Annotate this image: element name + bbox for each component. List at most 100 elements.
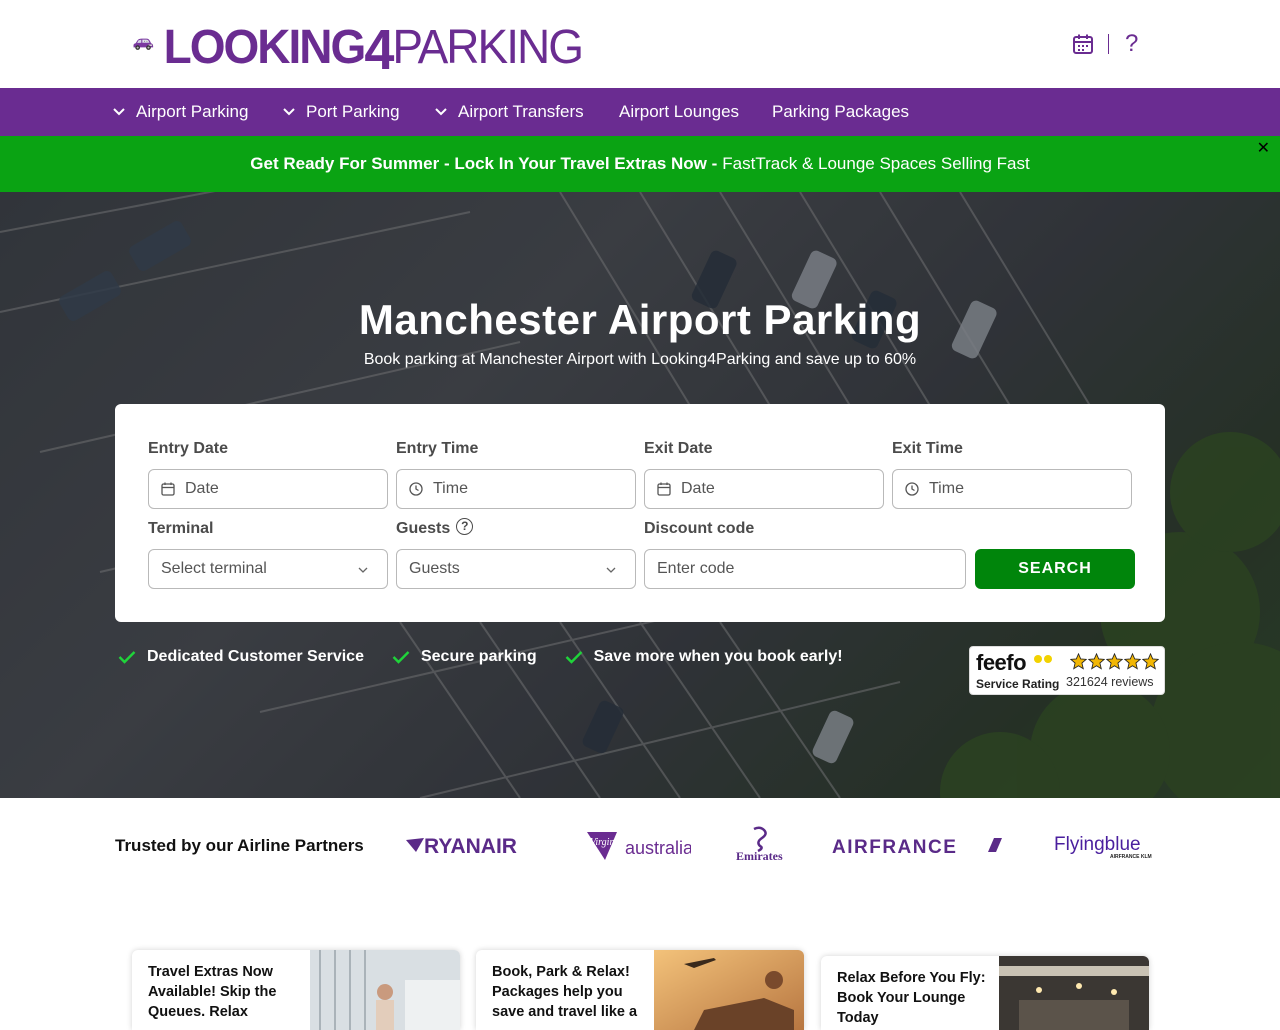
flying-blue-logo: Flyingblue AIRFRANCE KLM [1054, 830, 1166, 860]
nav-item-airport-lounges[interactable]: Airport Lounges [619, 88, 739, 136]
promo-headline: Get Ready For Summer - Lock In Your Trav… [250, 154, 718, 173]
star-icon [1124, 653, 1141, 670]
clock-icon [409, 482, 423, 496]
feefo-rating-badge[interactable]: feefo Service Rating 321624 reviews [969, 646, 1165, 695]
entry-date-placeholder: Date [185, 480, 219, 497]
promo-card-packages[interactable]: Book, Park & Relax! Packages help you sa… [476, 950, 804, 1030]
feefo-logo: feefo [976, 650, 1027, 675]
promo-card-lounge[interactable]: Relax Before You Fly: Book Your Lounge T… [821, 956, 1149, 1030]
main-navigation: Airport Parking Port Parking Airport Tra… [0, 88, 1280, 136]
logo-text-looking: LOOKING [163, 18, 367, 74]
logo-text-parking: PARKING [392, 18, 584, 74]
air-france-logo: AIRFRANCE [832, 834, 1008, 858]
feefo-service-rating-label: Service Rating [976, 677, 1060, 691]
promo-message: FastTrack & Lounge Spaces Selling Fast [722, 154, 1030, 173]
site-header: LOOKING4PARKING ? [0, 0, 1280, 88]
card-image [654, 950, 804, 1030]
logo-text-4: 4 [364, 18, 394, 82]
emirates-mark: Emirates [736, 826, 783, 863]
card-image [310, 950, 460, 1030]
booking-form: Entry Date Date Entry Time Time Exit Dat… [115, 404, 1165, 622]
nav-item-parking-packages[interactable]: Parking Packages [772, 88, 909, 136]
guests-select[interactable]: Guests [396, 549, 636, 589]
virgin-wordmark: Virgin [590, 837, 614, 848]
header-divider [1108, 34, 1109, 54]
usp-list: Dedicated Customer Service Secure parkin… [118, 648, 871, 666]
star-icon [1088, 653, 1105, 670]
virgin-australia-logo: Virgin australia [587, 828, 694, 862]
checkmark-icon [392, 651, 410, 664]
guests-selected-value: Guests [409, 560, 460, 577]
site-logo[interactable]: LOOKING4PARKING [132, 14, 584, 79]
ryanair-wordmark: RYANAIR [424, 835, 517, 858]
nav-item-airport-transfers[interactable]: Airport Transfers [434, 88, 584, 136]
star-icon [1070, 653, 1087, 670]
chevron-down-icon [606, 567, 616, 573]
discount-code-input[interactable]: Enter code [644, 549, 966, 589]
flying-blue-wordmark: Flyingblue [1054, 834, 1141, 855]
nav-item-label: Port Parking [306, 102, 400, 121]
entry-date-field[interactable]: Date [148, 469, 388, 509]
card-title: Travel Extras Now Available! Skip the Qu… [148, 964, 277, 1020]
nav-item-label: Airport Parking [136, 102, 249, 121]
terminal-selected-value: Select terminal [161, 560, 267, 577]
exit-date-placeholder: Date [681, 480, 715, 497]
header-actions: ? [1072, 30, 1138, 58]
exit-time-field[interactable]: Time [892, 469, 1132, 509]
star-icon [1106, 653, 1123, 670]
ryanair-logo: RYANAIR [404, 832, 544, 860]
usp-text: Dedicated Customer Service [147, 648, 364, 665]
checkmark-icon [565, 651, 582, 664]
page-title: Manchester Airport Parking [358, 296, 922, 343]
terminal-select[interactable]: Select terminal [148, 549, 388, 589]
exit-time-placeholder: Time [929, 480, 964, 497]
car-logo-icon [133, 38, 154, 50]
flying-blue-sub: AIRFRANCE KLM [1110, 854, 1152, 860]
usp-item: Save more when you book early! [565, 648, 843, 666]
entry-time-label: Entry Time [396, 440, 479, 457]
chevron-down-icon [113, 108, 125, 116]
help-icon[interactable]: ? [1125, 32, 1138, 56]
feefo-eyes-icon [1034, 655, 1052, 663]
flying-blue-mark: Flyingblue AIRFRANCE KLM [1054, 834, 1152, 860]
exit-time-label: Exit Time [892, 440, 963, 457]
exit-date-field[interactable]: Date [644, 469, 884, 509]
star-rating [1070, 653, 1160, 670]
promo-banner[interactable]: Get Ready For Summer - Lock In Your Trav… [0, 136, 1280, 192]
terminal-label: Terminal [148, 520, 214, 537]
card-title: Book, Park & Relax! Packages help you sa… [492, 964, 638, 1020]
calendar-icon[interactable] [1072, 33, 1094, 55]
entry-date-label: Entry Date [148, 440, 229, 457]
help-icon[interactable]: ? [456, 518, 474, 536]
discount-code-label: Discount code [644, 520, 755, 537]
ryanair-harp-icon: RYANAIR [406, 835, 517, 858]
emirates-wordmark: Emirates [736, 849, 783, 863]
chevron-down-icon [435, 108, 447, 116]
entry-time-field[interactable]: Time [396, 469, 636, 509]
logo-wordmark: LOOKING4PARKING [163, 16, 584, 79]
page-subtitle: Book parking at Manchester Airport with … [363, 351, 917, 368]
guests-label: Guests? [396, 518, 474, 538]
card-image [999, 956, 1149, 1030]
promo-card-travel-extras[interactable]: Travel Extras Now Available! Skip the Qu… [132, 950, 460, 1030]
usp-item: Secure parking [392, 648, 537, 666]
usp-text: Secure parking [420, 648, 537, 665]
nav-item-airport-parking[interactable]: Airport Parking [112, 88, 248, 136]
exit-date-label: Exit Date [644, 440, 713, 457]
hero-section: Manchester Airport Parking Book parking … [0, 192, 1280, 798]
usp-item: Dedicated Customer Service [118, 648, 364, 666]
guests-label-text: Guests [396, 520, 451, 537]
search-button[interactable]: SEARCH [975, 549, 1135, 589]
nav-item-port-parking[interactable]: Port Parking [282, 88, 400, 136]
usp-text: Save more when you book early! [593, 648, 843, 665]
calendar-icon [657, 482, 671, 496]
chevron-down-icon [358, 567, 368, 573]
partners-heading: Trusted by our Airline Partners [115, 836, 364, 855]
entry-time-placeholder: Time [433, 480, 468, 497]
emirates-logo: Emirates [734, 826, 786, 864]
nav-item-label: Airport Lounges [619, 102, 740, 121]
star-icon [1142, 653, 1159, 670]
calendar-icon [161, 482, 175, 496]
close-icon[interactable]: ✕ [1257, 141, 1270, 157]
discount-code-placeholder: Enter code [657, 560, 735, 577]
